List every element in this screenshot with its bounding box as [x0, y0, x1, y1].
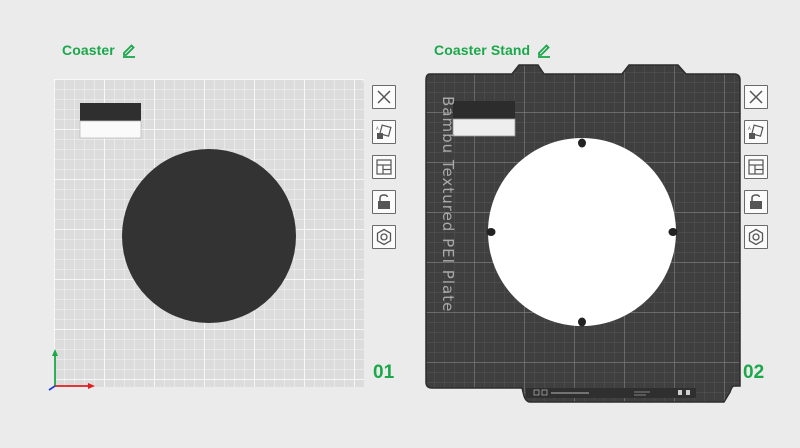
edit-pencil-icon[interactable] — [121, 42, 137, 58]
plate-2-title[interactable]: Coaster Stand — [434, 40, 552, 60]
settings-icon — [376, 228, 392, 246]
arrange-button[interactable] — [744, 155, 768, 179]
plate-type-label: Bambu Textured PEI Plate — [439, 96, 457, 313]
close-icon — [749, 90, 763, 104]
plate-1-name[interactable]: Coaster — [62, 42, 115, 58]
stand-peg — [578, 138, 586, 148]
auto-orient-icon: A — [376, 124, 392, 139]
plate-1-number: 01 — [373, 362, 395, 383]
stand-peg — [578, 317, 586, 327]
plate-1-title[interactable]: Coaster — [62, 40, 137, 60]
plate-1-bed[interactable] — [54, 79, 364, 387]
plate-2-toolbar: A — [744, 85, 770, 249]
svg-text:A: A — [748, 126, 751, 131]
arrange-icon — [748, 159, 764, 175]
plate-settings-button[interactable] — [744, 225, 768, 249]
coaster-stand-object[interactable] — [488, 138, 676, 326]
edit-pencil-icon[interactable] — [536, 42, 552, 58]
auto-orient-button[interactable]: A — [372, 120, 396, 144]
auto-orient-icon: A — [748, 124, 764, 139]
axes-indicator — [48, 349, 95, 391]
plate-label-block — [453, 101, 515, 119]
stand-peg — [668, 228, 678, 236]
plate-settings-button[interactable] — [372, 225, 396, 249]
arrange-button[interactable] — [372, 155, 396, 179]
close-icon — [377, 90, 391, 104]
plate-label-block — [80, 103, 141, 121]
arrange-icon — [376, 159, 392, 175]
settings-icon — [748, 228, 764, 246]
lock-plate-button[interactable] — [744, 190, 768, 214]
delete-plate-button[interactable] — [372, 85, 396, 109]
svg-text:A: A — [376, 126, 379, 131]
lock-plate-button[interactable] — [372, 190, 396, 214]
coaster-object[interactable] — [122, 149, 296, 323]
plate-1-toolbar: A — [372, 85, 398, 249]
lock-icon — [750, 194, 762, 209]
lock-icon — [378, 194, 390, 209]
delete-plate-button[interactable] — [744, 85, 768, 109]
stand-peg — [486, 228, 496, 236]
plate-2-name[interactable]: Coaster Stand — [434, 42, 530, 58]
plate-2-number: 02 — [743, 362, 765, 383]
plate-2-bed[interactable] — [424, 62, 742, 408]
auto-orient-button[interactable]: A — [744, 120, 768, 144]
